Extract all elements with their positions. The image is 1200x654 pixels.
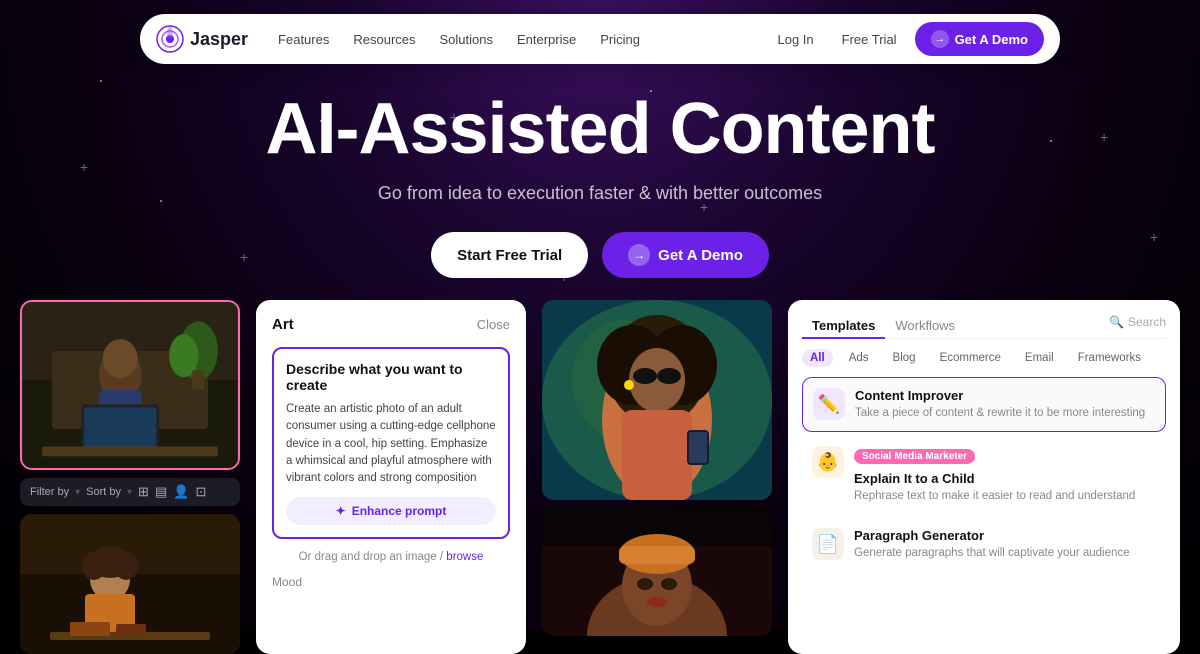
hero-title: AI-Assisted Content [0, 90, 1200, 169]
free-trial-nav-button[interactable]: Free Trial [832, 26, 907, 53]
photo-strip: Filter by ▾ Sort by ▾ ⊞ ▤ 👤 ⊡ [20, 300, 240, 654]
login-button[interactable]: Log In [768, 26, 824, 53]
filter-ads[interactable]: Ads [841, 349, 877, 367]
nav-features[interactable]: Features [268, 26, 339, 53]
social-media-badge: Social Media Marketer [854, 449, 975, 464]
art-mood-label: Mood [272, 575, 510, 589]
filter-blog[interactable]: Blog [885, 349, 924, 367]
nav-enterprise[interactable]: Enterprise [507, 26, 586, 53]
thumbnail-image [20, 514, 240, 654]
filter-frameworks[interactable]: Frameworks [1070, 349, 1149, 367]
nav-links: Features Resources Solutions Enterprise … [268, 26, 767, 53]
calendar-icon[interactable]: ▤ [155, 484, 167, 500]
explain-child-icon: 👶 [812, 446, 844, 478]
demo-hero-arrow-icon: → [628, 244, 650, 266]
art-prompt-box[interactable]: Describe what you want to create Create … [272, 347, 510, 539]
nav-actions: Log In Free Trial → Get A Demo [768, 22, 1045, 56]
search-area: 🔍 Search [1109, 315, 1166, 329]
template-item-paragraph-generator[interactable]: 📄 Paragraph Generator Generate paragraph… [802, 518, 1166, 571]
art-card-header: Art Close [272, 316, 510, 333]
filter-ecommerce[interactable]: Ecommerce [932, 349, 1009, 367]
template-explain-child-desc: Rephrase text to make it easier to read … [854, 488, 1156, 504]
tab-workflows[interactable]: Workflows [885, 314, 965, 339]
demo-arrow-icon: → [931, 30, 949, 48]
template-paragraph-desc: Generate paragraphs that will captivate … [854, 545, 1156, 561]
person-icon[interactable]: 👤 [173, 484, 189, 500]
template-paragraph-name: Paragraph Generator [854, 528, 1156, 543]
photo-middle-column [542, 300, 772, 654]
share-icon[interactable]: ⊡ [195, 484, 206, 500]
navbar: Jasper Features Resources Solutions Ente… [140, 14, 1060, 64]
filter-row: All Ads Blog Ecommerce Email Frameworks [802, 349, 1166, 367]
filter-by-label[interactable]: Filter by [30, 486, 69, 498]
sort-chevron-icon: ▾ [127, 487, 132, 498]
templates-tabs: Templates Workflows 🔍 Search [802, 314, 1166, 339]
sparkle-icon: ✦ [336, 504, 346, 518]
search-placeholder-label: Search [1128, 315, 1166, 329]
hero-subtitle: Go from idea to execution faster & with … [0, 183, 1200, 204]
art-card-title: Art [272, 316, 294, 333]
tab-templates[interactable]: Templates [802, 314, 885, 339]
jasper-logo-icon [156, 25, 184, 53]
photo-controls-bar: Filter by ▾ Sort by ▾ ⊞ ▤ 👤 ⊡ [20, 478, 240, 506]
paragraph-generator-icon: 📄 [812, 528, 844, 560]
template-item-content-improver[interactable]: ✏️ Content Improver Take a piece of cont… [802, 377, 1166, 432]
nav-pricing[interactable]: Pricing [590, 26, 650, 53]
nav-solutions[interactable]: Solutions [430, 26, 503, 53]
filter-email[interactable]: Email [1017, 349, 1062, 367]
hero-section: AI-Assisted Content Go from idea to exec… [0, 70, 1200, 278]
search-icon: 🔍 [1109, 315, 1124, 329]
nav-resources[interactable]: Resources [343, 26, 425, 53]
grid-view-icon[interactable]: ⊞ [138, 484, 149, 500]
fashion-photo-top [542, 300, 772, 500]
portrait-woman-image [542, 506, 772, 636]
template-content-improver-desc: Take a piece of content & rewrite it to … [855, 405, 1155, 421]
cards-area: Filter by ▾ Sort by ▾ ⊞ ▤ 👤 ⊡ [0, 300, 1200, 654]
templates-card: Templates Workflows 🔍 Search All Ads Blo… [788, 300, 1180, 654]
art-drag-drop-text: Or drag and drop an image / browse [272, 551, 510, 563]
template-paragraph-info: Paragraph Generator Generate paragraphs … [854, 528, 1156, 561]
fashion-photo-bottom [542, 506, 772, 636]
art-prompt-title: Describe what you want to create [286, 361, 496, 393]
template-explain-child-info: Social Media Marketer Explain It to a Ch… [854, 446, 1156, 504]
main-photo [20, 300, 240, 470]
filter-all[interactable]: All [802, 349, 833, 367]
template-content-improver-info: Content Improver Take a piece of content… [855, 388, 1155, 421]
sort-by-label[interactable]: Sort by [86, 486, 121, 498]
nav-logo[interactable]: Jasper [156, 25, 248, 53]
template-item-explain-child[interactable]: 👶 Social Media Marketer Explain It to a … [802, 436, 1166, 514]
get-demo-nav-button[interactable]: → Get A Demo [915, 22, 1044, 56]
start-free-trial-button[interactable]: Start Free Trial [431, 232, 588, 278]
filter-sort-separator: ▾ [75, 487, 80, 498]
person-working-image [22, 302, 238, 468]
logo-text: Jasper [190, 29, 248, 50]
art-card-close-button[interactable]: Close [477, 317, 510, 332]
thumbnail-photo [20, 514, 240, 654]
hero-buttons: Start Free Trial → Get A Demo [0, 232, 1200, 278]
template-explain-child-name: Explain It to a Child [854, 471, 1156, 486]
fashion-woman-image [542, 300, 772, 500]
get-demo-hero-button[interactable]: → Get A Demo [602, 232, 769, 278]
art-card: Art Close Describe what you want to crea… [256, 300, 526, 654]
template-content-improver-name: Content Improver [855, 388, 1155, 403]
content-improver-icon: ✏️ [813, 388, 845, 420]
browse-link[interactable]: browse [446, 551, 483, 563]
enhance-prompt-button[interactable]: ✦ Enhance prompt [286, 497, 496, 525]
art-prompt-text: Create an artistic photo of an adult con… [286, 401, 496, 487]
